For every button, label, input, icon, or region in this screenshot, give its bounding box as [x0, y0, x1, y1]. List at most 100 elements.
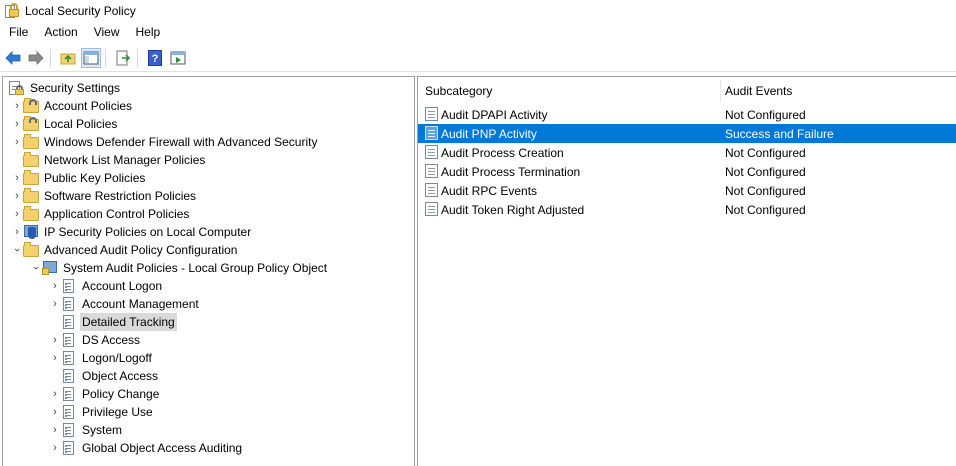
help-icon[interactable]: ? [145, 48, 165, 68]
tree-item-ds-access[interactable]: › DS Access [49, 331, 142, 349]
show-hide-tree-icon[interactable] [81, 48, 101, 68]
tree-label: IP Security Policies on Local Computer [44, 225, 252, 239]
tree-item-advanced-audit[interactable]: › Advanced Audit Policy Configuration [11, 241, 239, 259]
list-row[interactable]: Audit Process Termination Not Configured [418, 162, 956, 181]
chevron-right-icon[interactable]: › [11, 223, 23, 241]
export-list-icon[interactable] [113, 48, 133, 68]
tree-label: Network List Manager Policies [44, 153, 206, 167]
chevron-right-icon[interactable]: › [49, 349, 61, 367]
tree-item-account-management[interactable]: › Account Management [49, 295, 201, 313]
audit-policy-icon [61, 332, 77, 348]
tree-item-privilege-use[interactable]: › Privilege Use [49, 403, 155, 421]
chevron-right-icon[interactable]: › [11, 115, 23, 133]
tree-item-object-access[interactable]: Object Access [49, 367, 160, 385]
forward-arrow-icon[interactable] [26, 48, 46, 68]
tree-label: Advanced Audit Policy Configuration [44, 243, 238, 257]
folder-icon [23, 134, 39, 150]
tree-label: System [82, 423, 123, 437]
tree-pane[interactable]: Security Settings › Account Policies › L… [2, 76, 415, 466]
tree-root[interactable]: Security Settings [9, 79, 122, 97]
menu-help[interactable]: Help [128, 22, 169, 42]
tree-label: Logon/Logoff [82, 351, 152, 365]
folder-icon [23, 206, 39, 222]
row-audit-events: Not Configured [725, 183, 806, 198]
tree-label: Global Object Access Auditing [82, 441, 243, 455]
svg-text:?: ? [152, 53, 159, 65]
list-row[interactable]: Audit Token Right Adjusted Not Configure… [418, 200, 956, 219]
folder-icon [23, 242, 39, 258]
audit-policy-icon [61, 350, 77, 366]
list-row[interactable]: Audit Process Creation Not Configured [418, 143, 956, 162]
list-row[interactable]: Audit RPC Events Not Configured [418, 181, 956, 200]
list-header: Subcategory Audit Events [418, 77, 956, 105]
folder-icon [23, 170, 39, 186]
column-header-audit-events[interactable]: Audit Events [725, 77, 792, 105]
tree-label: Software Restriction Policies [44, 189, 197, 203]
menu-file[interactable]: File [0, 22, 36, 42]
title-bar: Local Security Policy [0, 0, 956, 22]
tree-item-system[interactable]: › System [49, 421, 124, 439]
folder-lock-icon [23, 116, 39, 132]
tree-item-firewall[interactable]: › Windows Defender Firewall with Advance… [11, 133, 319, 151]
tree-item-network-list[interactable]: Network List Manager Policies [11, 151, 207, 169]
chevron-right-icon[interactable]: › [11, 97, 23, 115]
audit-item-icon [425, 126, 438, 140]
audit-item-icon [425, 164, 438, 178]
properties-icon[interactable] [168, 48, 188, 68]
tree-item-logon-logoff[interactable]: › Logon/Logoff [49, 349, 154, 367]
list-row[interactable]: Audit DPAPI Activity Not Configured [418, 105, 956, 124]
row-subcategory: Audit RPC Events [441, 183, 538, 198]
chevron-right-icon[interactable]: › [11, 133, 23, 151]
chevron-right-icon[interactable]: › [11, 205, 23, 223]
row-audit-events: Not Configured [725, 202, 806, 217]
column-divider[interactable] [720, 80, 721, 102]
row-audit-events: Not Configured [725, 107, 806, 122]
row-subcategory: Audit PNP Activity [441, 126, 537, 141]
column-header-subcategory[interactable]: Subcategory [425, 77, 492, 105]
chevron-right-icon[interactable]: › [49, 439, 61, 457]
tree-label: Account Logon [82, 279, 163, 293]
ip-security-shield-icon [23, 224, 39, 240]
menu-view[interactable]: View [86, 22, 128, 42]
chevron-right-icon[interactable]: › [49, 385, 61, 403]
audit-item-icon [425, 107, 438, 121]
chevron-right-icon[interactable]: › [49, 403, 61, 421]
tree-item-account-policies[interactable]: › Account Policies [11, 97, 134, 115]
tree-item-local-policies[interactable]: › Local Policies [11, 115, 119, 133]
tree-item-detailed-tracking[interactable]: Detailed Tracking [49, 313, 177, 331]
tree-item-public-key[interactable]: › Public Key Policies [11, 169, 147, 187]
chevron-right-icon[interactable]: › [49, 277, 61, 295]
tree-item-global-object-access[interactable]: › Global Object Access Auditing [49, 439, 244, 457]
chevron-right-icon[interactable]: › [49, 295, 61, 313]
group-policy-computer-icon [42, 260, 58, 276]
folder-icon [23, 152, 39, 168]
tree-item-account-logon[interactable]: › Account Logon [49, 277, 164, 295]
tree-item-software-restriction[interactable]: › Software Restriction Policies [11, 187, 198, 205]
tree-item-ip-security[interactable]: › IP Security Policies on Local Computer [11, 223, 253, 241]
row-subcategory: Audit DPAPI Activity [441, 107, 548, 122]
back-arrow-icon[interactable] [3, 48, 23, 68]
toolbar-separator [105, 49, 106, 67]
chevron-right-icon[interactable]: › [11, 169, 23, 187]
window-title: Local Security Policy [25, 4, 136, 18]
menu-action[interactable]: Action [36, 22, 85, 42]
toolbar: ? [0, 45, 956, 72]
tree-item-policy-change[interactable]: › Policy Change [49, 385, 161, 403]
tree-item-application-control[interactable]: › Application Control Policies [11, 205, 191, 223]
chevron-right-icon[interactable]: › [49, 421, 61, 439]
toolbar-separator [50, 49, 51, 67]
chevron-right-icon[interactable]: › [49, 331, 61, 349]
tree-label: System Audit Policies - Local Group Poli… [63, 261, 328, 275]
chevron-right-icon[interactable]: › [11, 187, 23, 205]
row-audit-events: Success and Failure [725, 126, 834, 141]
tree-label: Windows Defender Firewall with Advanced … [44, 135, 318, 149]
up-folder-icon[interactable] [58, 48, 78, 68]
audit-policy-icon [61, 314, 77, 330]
tree-item-system-audit-policies[interactable]: › System Audit Policies - Local Group Po… [30, 259, 329, 277]
audit-item-icon [425, 183, 438, 197]
audit-policy-icon [61, 440, 77, 456]
details-pane[interactable]: Subcategory Audit Events Audit DPAPI Act… [417, 76, 956, 466]
row-audit-events: Not Configured [725, 164, 806, 179]
list-row-selected[interactable]: Audit PNP Activity Success and Failure [418, 124, 956, 143]
